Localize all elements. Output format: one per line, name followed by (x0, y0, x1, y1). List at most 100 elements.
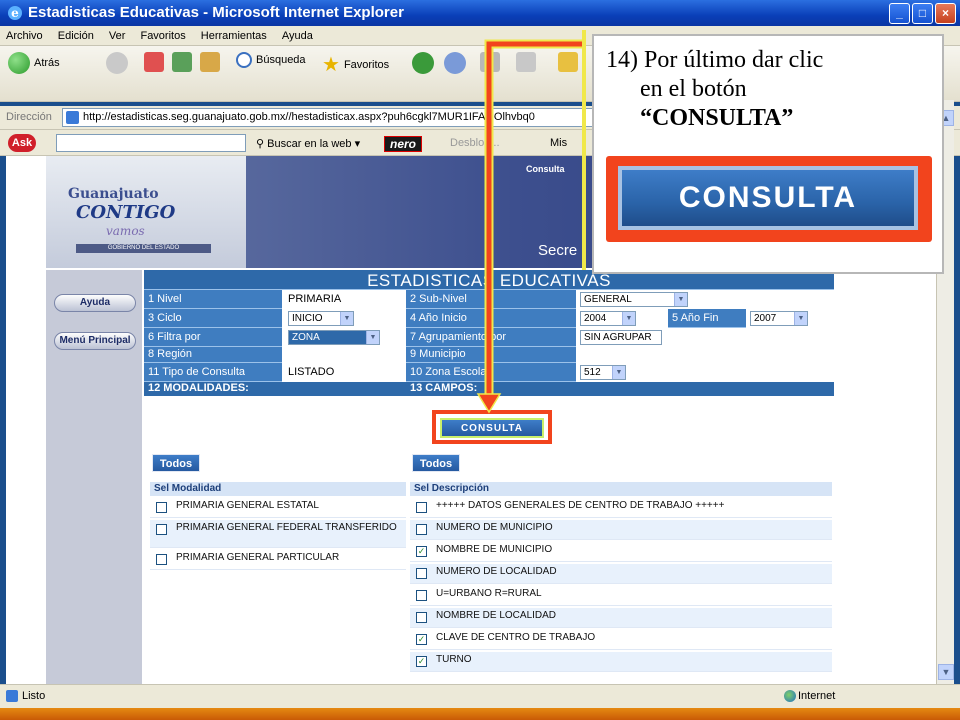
agrupamiento-select[interactable]: SIN AGRUPAR (580, 330, 662, 345)
list-item: ✓ NOMBRE DE MUNICIPIO (410, 542, 832, 562)
stop-button[interactable] (144, 52, 164, 72)
campos-heading: 13 CAMPOS: (410, 382, 478, 394)
edit-button[interactable] (516, 52, 536, 72)
close-button[interactable]: × (935, 3, 956, 24)
menu-archivo[interactable]: Archivo (0, 26, 49, 42)
internet-explorer-icon: e (8, 6, 22, 20)
refresh-button[interactable] (172, 52, 192, 72)
menu-principal-button[interactable]: Menú Principal (54, 332, 136, 350)
menu-favoritos[interactable]: Favoritos (134, 26, 191, 42)
subnivel-label: 2 Sub-Nivel (406, 290, 576, 309)
print-button[interactable] (480, 52, 500, 72)
search-icon (236, 52, 252, 68)
scroll-down-icon[interactable]: ▼ (938, 664, 954, 680)
row-checkbox[interactable] (416, 502, 427, 513)
history-icon (412, 52, 434, 74)
row-label: TURNO (436, 654, 472, 665)
back-button[interactable]: Atrás (8, 52, 60, 74)
row-checkbox[interactable]: ✓ (416, 546, 427, 557)
ask-search-web-button[interactable]: ⚲ Buscar en la web ▾ (256, 137, 360, 150)
window-titlebar: e Estadisticas Educativas - Microsoft In… (0, 0, 960, 26)
anio-inicio-select[interactable]: 2004 ▼ (580, 311, 636, 326)
row-checkbox[interactable] (416, 612, 427, 623)
stop-icon (144, 52, 164, 72)
desbloq-button[interactable]: Desbloq... (450, 137, 500, 149)
menu-edicion[interactable]: Edición (52, 26, 100, 42)
form-row-tipo: 11 Tipo de Consulta LISTADO 10 Zona Esco… (144, 363, 834, 382)
row-label: NOMBRE DE LOCALIDAD (436, 610, 557, 621)
subnivel-select[interactable]: GENERAL ▼ (580, 292, 688, 307)
row-checkbox[interactable] (416, 524, 427, 535)
taskbar-edge (0, 708, 960, 720)
filtra-select[interactable]: ZONA ▼ (288, 330, 380, 345)
mail-button[interactable] (444, 52, 466, 74)
history-button[interactable] (412, 52, 434, 74)
ciclo-label: 3 Ciclo (144, 309, 282, 328)
zona-label: 10 Zona Escolar (406, 363, 576, 382)
search-button[interactable]: Búsqueda (236, 52, 306, 68)
list-item: +++++ DATOS GENERALES DE CENTRO DE TRABA… (410, 498, 832, 518)
maximize-button[interactable]: □ (912, 3, 933, 24)
row-label: NOMBRE DE MUNICIPIO (436, 544, 553, 555)
ciclo-select[interactable]: INICIO ▼ (288, 311, 354, 326)
chevron-down-icon: ▼ (794, 312, 807, 325)
form-row-region: 8 Región 9 Municipio (144, 347, 834, 363)
row-checkbox[interactable] (416, 568, 427, 579)
row-checkbox[interactable] (416, 590, 427, 601)
ask-logo[interactable]: Ask (8, 134, 36, 152)
tipo-label: 11 Tipo de Consulta (144, 363, 282, 382)
row-label: PRIMARIA GENERAL FEDERAL TRANSFERIDO (176, 522, 397, 533)
row-label: +++++ DATOS GENERALES DE CENTRO DE TRABA… (436, 500, 725, 511)
folder-icon (558, 52, 578, 72)
logo-line1: Guanajuato (68, 186, 159, 202)
home-button[interactable] (200, 52, 220, 72)
back-arrow-icon (8, 52, 30, 74)
row-label: CLAVE DE CENTRO DE TRABAJO (436, 632, 596, 643)
mis-button[interactable]: Mis (550, 137, 567, 149)
guanajuato-logo: Guanajuato CONTIGO vamos GOBIERNO DEL ES… (46, 156, 246, 268)
logo-line3: vamos (106, 224, 145, 238)
municipio-label: 9 Municipio (406, 347, 576, 363)
list-item: U=URBANO R=RURAL (410, 586, 832, 606)
home-icon (200, 52, 220, 72)
ayuda-button[interactable]: Ayuda (54, 294, 136, 312)
menu-herramientas[interactable]: Herramientas (195, 26, 273, 42)
consulta-form: ESTADISTICAS EDUCATIVAS 1 Nivel PRIMARIA… (144, 270, 834, 396)
form-row-filtra: 6 Filtra por ZONA ▼ 7 Agrupamiento por SI… (144, 328, 834, 347)
nero-logo[interactable]: nero (384, 136, 423, 152)
status-bar: Listo Internet (0, 684, 960, 708)
header-consulta-link[interactable]: Consulta (526, 164, 565, 174)
menu-ayuda[interactable]: Ayuda (276, 26, 319, 42)
forward-button[interactable] (106, 52, 128, 74)
chevron-down-icon: ▼ (622, 312, 635, 325)
row-checkbox[interactable]: ✓ (416, 634, 427, 645)
form-row-ciclo: 3 Ciclo INICIO ▼ 4 Año Inicio 2004 ▼ 5 Año… (144, 309, 834, 328)
refresh-icon (172, 52, 192, 72)
ask-search-input[interactable] (56, 134, 246, 152)
list-item: PRIMARIA GENERAL FEDERAL TRANSFERIDO (150, 520, 406, 548)
consulta-button[interactable]: CONSULTA (440, 418, 544, 438)
row-checkbox[interactable] (156, 554, 167, 565)
anio-fin-select[interactable]: 2007 ▼ (750, 311, 808, 326)
section-band: 12 MODALIDADES: 13 CAMPOS: (144, 382, 834, 396)
row-checkbox[interactable] (156, 502, 167, 513)
list-item: NUMERO DE LOCALIDAD (410, 564, 832, 584)
folder-button[interactable] (558, 52, 578, 72)
chevron-down-icon: ▼ (612, 366, 625, 379)
menu-ver[interactable]: Ver (103, 26, 132, 42)
campos-list-header: Sel Descripción (410, 482, 832, 496)
chevron-down-icon: ▼ (340, 312, 353, 325)
favorites-button[interactable]: ★ Favoritos (322, 52, 389, 77)
modalidades-heading: 12 MODALIDADES: (148, 382, 249, 394)
todos-campos-button[interactable]: Todos (412, 454, 460, 472)
row-label: PRIMARIA GENERAL PARTICULAR (176, 552, 340, 563)
zona-select[interactable]: 512 ▼ (580, 365, 626, 380)
logo-strip: GOBIERNO DEL ESTADO (76, 244, 211, 253)
row-checkbox[interactable] (156, 524, 167, 535)
form-row-nivel: 1 Nivel PRIMARIA 2 Sub-Nivel GENERAL ▼ (144, 290, 834, 309)
row-checkbox[interactable]: ✓ (416, 656, 427, 667)
nivel-value: PRIMARIA (284, 290, 402, 309)
minimize-button[interactable]: _ (889, 3, 910, 24)
window-title: Estadisticas Educativas - Microsoft Inte… (28, 4, 404, 21)
todos-modalidades-button[interactable]: Todos (152, 454, 200, 472)
